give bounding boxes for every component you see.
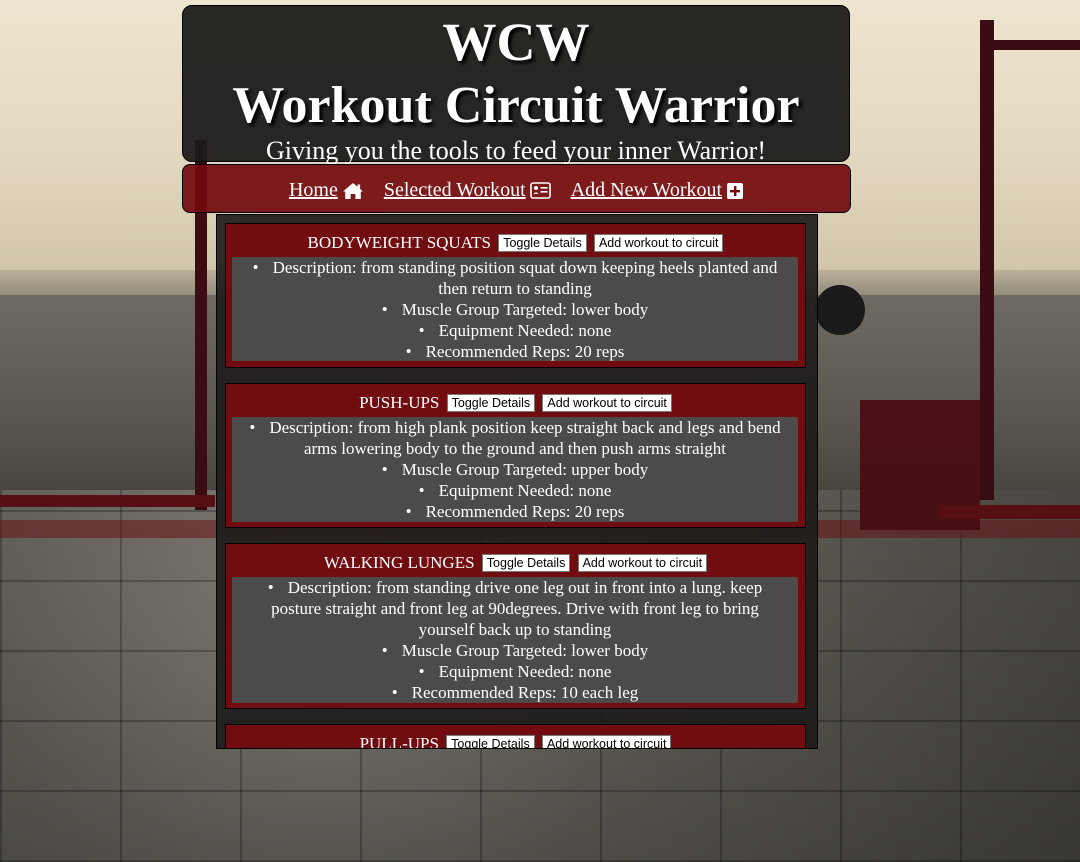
workout-description: Description: from standing drive one leg… <box>271 578 763 639</box>
workout-name: WALKING LUNGES <box>323 553 475 573</box>
nav-selected-label: Selected Workout <box>383 179 526 201</box>
workout-equipment: Equipment Needed: none <box>438 321 612 340</box>
list-item: • Muscle Group Targeted: upper body <box>381 460 649 479</box>
site-tagline: Giving you the tools to feed your inner … <box>266 136 766 165</box>
plus-square-icon <box>726 182 744 200</box>
list-item: • Description: from standing drive one le… <box>267 578 763 639</box>
home-icon <box>342 182 364 200</box>
toggle-details-button[interactable]: Toggle Details <box>498 234 587 253</box>
workout-card: BODYWEIGHT SQUATS Toggle Details Add wor… <box>225 223 806 368</box>
list-item: • Equipment Needed: none <box>418 662 612 681</box>
nav-home-link[interactable]: Home <box>289 179 364 202</box>
add-to-circuit-button[interactable]: Add workout to circuit <box>577 554 708 573</box>
nav-add-label: Add New Workout <box>570 179 723 201</box>
list-item: • Equipment Needed: none <box>418 481 612 500</box>
workout-card-header: WALKING LUNGES Toggle Details Add workou… <box>226 544 805 577</box>
nav-home-label: Home <box>288 179 338 201</box>
workout-reps: Recommended Reps: 20 reps <box>425 502 625 521</box>
list-item: • Recommended Reps: 20 reps <box>405 342 625 361</box>
toggle-details-button[interactable]: Toggle Details <box>446 394 536 413</box>
workout-reps: Recommended Reps: 20 reps <box>425 342 625 361</box>
workout-reps: Recommended Reps: 10 each leg <box>411 683 639 702</box>
workout-card: PULL-UPS Toggle Details Add workout to c… <box>225 724 806 749</box>
workout-muscle-group: Muscle Group Targeted: lower body <box>401 641 649 660</box>
workout-card: PUSH-UPS Toggle Details Add workout to c… <box>225 383 806 528</box>
nav-selected-workout-link[interactable]: Selected Workout <box>384 179 551 202</box>
site-title: Workout Circuit Warrior <box>232 77 800 134</box>
list-item: • Recommended Reps: 10 each leg <box>391 683 639 702</box>
workout-details: • Description: from standing position squ… <box>232 257 798 361</box>
workout-name: BODYWEIGHT SQUATS <box>307 233 491 253</box>
workout-list[interactable]: BODYWEIGHT SQUATS Toggle Details Add wor… <box>216 214 818 749</box>
workout-description: Description: from high plank position ke… <box>269 418 781 458</box>
list-item: • Equipment Needed: none <box>418 321 612 340</box>
workout-equipment: Equipment Needed: none <box>438 481 612 500</box>
list-item: • Recommended Reps: 20 reps <box>405 502 625 521</box>
workout-description: Description: from standing position squa… <box>272 258 778 298</box>
workout-card: WALKING LUNGES Toggle Details Add workou… <box>225 543 806 709</box>
list-item: • Description: from standing position squ… <box>252 258 778 298</box>
add-to-circuit-button[interactable]: Add workout to circuit <box>542 394 672 413</box>
workout-card-header: BODYWEIGHT SQUATS Toggle Details Add wor… <box>226 224 805 257</box>
main-nav: Home Selected Workout Add New Workout <box>182 164 851 213</box>
workout-name: PULL-UPS <box>359 734 439 749</box>
add-to-circuit-button[interactable]: Add workout to circuit <box>593 234 724 253</box>
workout-muscle-group: Muscle Group Targeted: lower body <box>401 300 649 319</box>
list-item: • Muscle Group Targeted: lower body <box>381 641 649 660</box>
list-item: • Description: from high plank position k… <box>249 418 781 458</box>
site-abbreviation: WCW <box>442 12 590 72</box>
workout-card-header: PUSH-UPS Toggle Details Add workout to c… <box>226 384 805 417</box>
id-card-icon <box>529 182 551 199</box>
workout-muscle-group: Muscle Group Targeted: upper body <box>401 460 649 479</box>
workout-details: • Description: from standing drive one le… <box>232 577 798 703</box>
workout-card-header: PULL-UPS Toggle Details Add workout to c… <box>226 725 805 749</box>
toggle-details-button[interactable]: Toggle Details <box>446 735 535 748</box>
toggle-details-button[interactable]: Toggle Details <box>481 554 571 573</box>
list-item: • Muscle Group Targeted: lower body <box>381 300 649 319</box>
workout-equipment: Equipment Needed: none <box>438 662 612 681</box>
workout-details: • Description: from high plank position k… <box>232 417 798 522</box>
workout-name: PUSH-UPS <box>359 393 440 413</box>
add-to-circuit-button[interactable]: Add workout to circuit <box>541 735 672 748</box>
site-header: WCW Workout Circuit Warrior Giving you t… <box>182 5 850 165</box>
nav-add-workout-link[interactable]: Add New Workout <box>571 179 744 202</box>
